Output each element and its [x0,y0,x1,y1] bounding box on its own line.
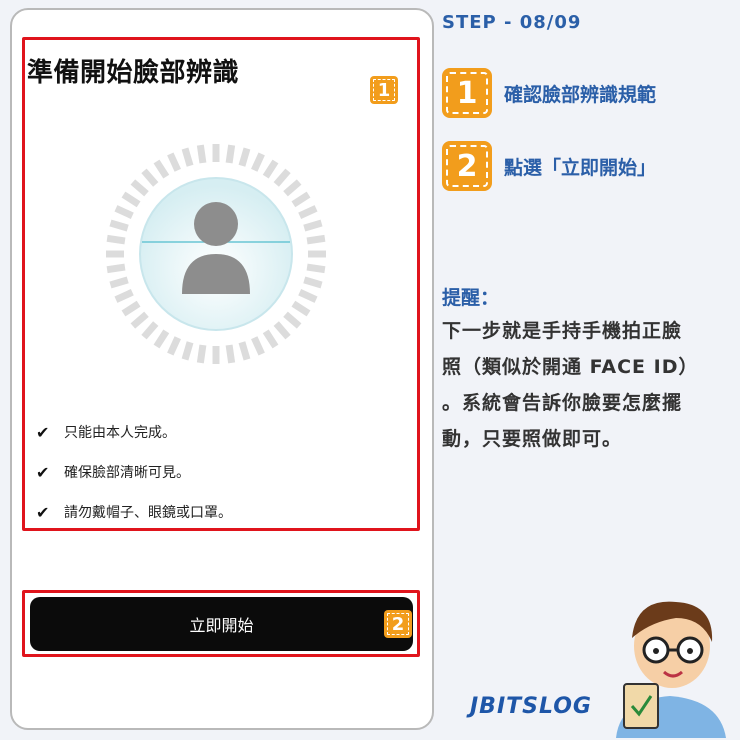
step-label: STEP - 08/09 [442,12,582,33]
annotation-tag-2: 2 [384,610,412,638]
step-row-2: 2 點選「立即開始」 [442,141,656,191]
step-row-1: 1 確認臉部辨識規範 [442,68,656,118]
step-text: 點選「立即開始」 [504,156,657,179]
note-line: 。系統會告訴你臉要怎麼擺 [442,392,683,414]
note-body: 下一步就是手持手機拍正臉 照（類似於開通 FACE ID） 。系統會告訴你臉要怎… [442,313,732,457]
note-line: 下一步就是手持手機拍正臉 [442,320,683,342]
step-number-badge: 2 [442,141,492,191]
mascot-icon [616,601,726,738]
note-line: 動，只要照做即可。 [442,428,623,450]
brand-logo: JBITSLOG [470,694,592,719]
annotation-tag-1: 1 [370,76,398,104]
mascot-illustration [606,588,736,738]
note-title: 提醒： [442,287,500,309]
highlight-box-1 [22,37,420,531]
step-text: 確認臉部辨識規範 [504,83,657,106]
highlight-box-2 [22,590,420,657]
note-line: 照（類似於開通 FACE ID） [442,356,699,378]
step-number-badge: 1 [442,68,492,118]
